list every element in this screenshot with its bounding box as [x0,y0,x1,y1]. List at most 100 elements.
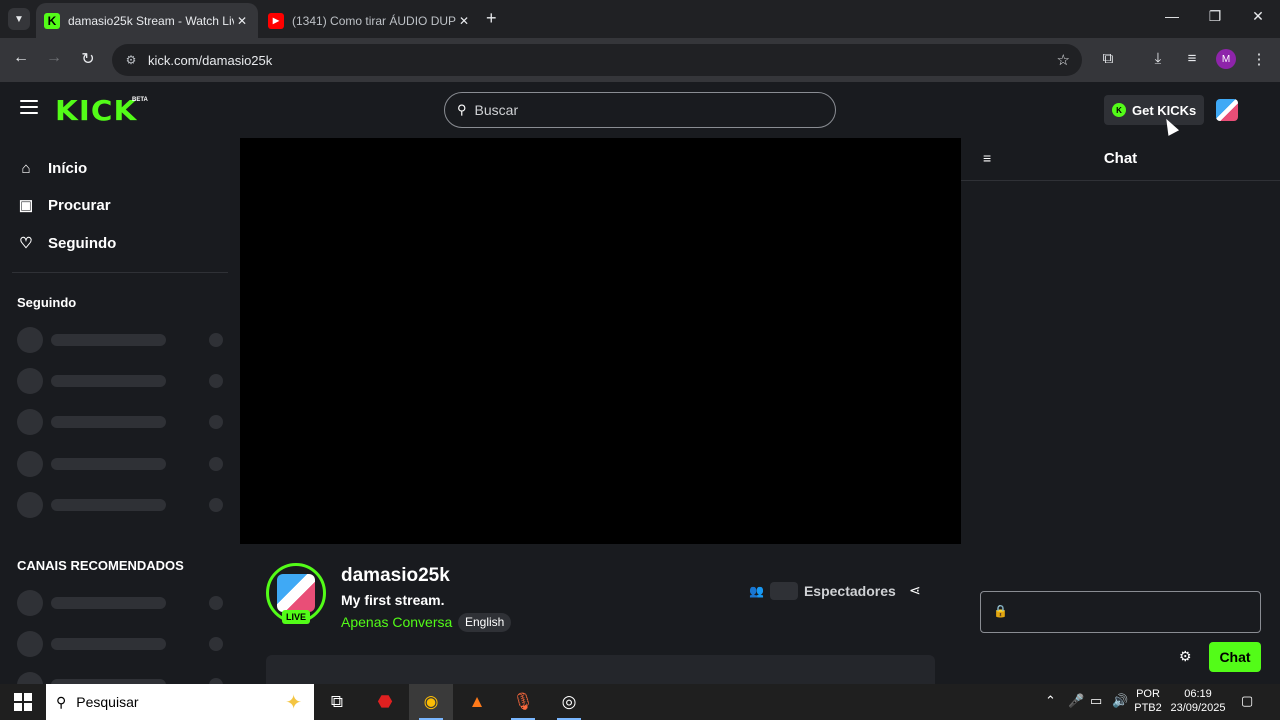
sidebar-item-following[interactable]: ♡ Seguindo [17,231,116,255]
task-view-icon[interactable]: ⧉ [315,684,359,720]
get-kicks-label: Get KICKs [1132,102,1197,118]
chat-send-button[interactable]: Chat [1209,642,1261,672]
chrome-icon[interactable]: ◉ [409,684,453,720]
volume-icon[interactable]: 🔊 [1112,693,1128,709]
tab-title: (1341) Como tirar ÁUDIO DUPLI [292,13,456,28]
close-window-icon[interactable]: ✕ [1248,8,1268,25]
kick-logo[interactable]: KICK [55,94,137,127]
site-header: KICK BETA ⚲ K Get KICKs [0,82,1280,138]
search-bar[interactable]: ⚲ [444,92,836,128]
video-player[interactable] [240,138,961,544]
url-text[interactable]: kick.com/damasio25k [148,53,272,68]
sidebar-item-label: Procurar [48,196,111,214]
recommended-skeleton [17,590,223,616]
following-heading: Seguindo [17,295,77,310]
following-skeleton [17,327,223,353]
clock[interactable]: 06:19 23/09/2025 [1168,687,1228,715]
browser-tab-bar: ▼ K damasio25k Stream - Watch Liv ✕ ▶ (1… [0,0,1280,38]
beta-badge: BETA [132,97,148,103]
home-icon: ⌂ [21,159,31,177]
clock-time: 06:19 [1184,688,1212,700]
search-icon: ⚲ [56,693,67,710]
clock-date: 23/09/2025 [1170,702,1226,714]
taskbar-search-label: Pesquisar [76,694,139,710]
viewers-icon: 👥 [749,584,764,598]
tray-chevron-up-icon[interactable]: ⌃ [1045,693,1056,709]
recommended-skeleton [17,672,223,684]
tab-title: damasio25k Stream - Watch Liv [68,13,234,28]
browser-tab-kick[interactable]: K damasio25k Stream - Watch Liv ✕ [36,3,258,38]
notifications-icon[interactable]: ▢ [1241,693,1253,709]
chat-input[interactable]: 🔒 [980,591,1261,633]
minimize-icon[interactable]: — [1162,8,1182,24]
sidebar-item-home[interactable]: ⌂ Início [17,156,87,180]
new-tab-button[interactable]: + [486,9,497,27]
following-skeleton [17,368,223,394]
app-red-icon[interactable]: ⬣ [363,684,407,720]
channel-name[interactable]: damasio25k [341,565,450,587]
forward-icon[interactable]: → [43,49,65,67]
sidebar: ⌂ Início ▣ Procurar ♡ Seguindo Seguindo … [0,138,240,684]
windows-start-icon[interactable] [14,693,32,711]
more-menu-icon[interactable]: ⋮ [1248,50,1270,68]
address-bar[interactable]: ⚙ kick.com/damasio25k ☆ [112,44,1082,76]
restore-icon[interactable]: ❐ [1205,8,1225,25]
recommended-heading: CANAIS RECOMENDADOS [17,558,184,573]
media-control-icon[interactable]: ≡ [1181,50,1203,67]
microphone-icon[interactable]: 🎤 [1068,693,1084,709]
language-primary: POR [1136,688,1160,700]
app-orange-icon[interactable]: ▲ [455,684,499,720]
tab-search-button[interactable]: ▼ [8,8,30,30]
user-avatar[interactable] [1216,99,1238,121]
lock-icon: 🔒 [993,604,1008,618]
chat-panel: ≡ Chat 🔒 ⚙ Chat [961,138,1280,684]
search-icon: ⚲ [457,102,467,117]
kick-favicon-icon: K [44,12,60,29]
language-secondary: PTB2 [1134,702,1162,714]
following-skeleton [17,451,223,477]
get-kicks-button[interactable]: K Get KICKs [1104,95,1205,125]
sidebar-item-label: Seguindo [48,234,117,252]
microphone-app-icon[interactable]: 🎙 [501,684,545,720]
bookmark-star-icon[interactable]: ☆ [1057,51,1070,69]
taskbar-search[interactable]: ⚲ Pesquisar ✦ [46,684,314,720]
menu-icon[interactable] [20,100,38,114]
heart-icon: ♡ [19,235,33,252]
live-badge: LIVE [282,610,310,624]
profile-avatar[interactable]: M [1216,49,1236,69]
browser-tab-youtube[interactable]: ▶ (1341) Como tirar ÁUDIO DUPLI ✕ [260,3,480,38]
close-tab-icon[interactable]: ✕ [456,14,472,28]
download-icon[interactable]: ⤓ [1147,50,1169,67]
category-link[interactable]: Apenas Conversa [341,614,452,630]
network-icon[interactable]: ▭ [1090,693,1102,709]
reload-icon[interactable]: ↻ [77,49,99,69]
obs-icon[interactable]: ◎ [547,684,591,720]
channel-tabs-panel [266,655,935,685]
language-indicator[interactable]: POR PTB2 [1134,687,1162,715]
viewer-count: 👥 Espectadores [749,581,896,601]
extensions-icon[interactable]: ⧉ [1097,50,1119,67]
kicks-coin-icon: K [1112,103,1126,117]
search-input[interactable] [474,102,815,118]
viewer-count-skeleton [769,582,798,600]
recommended-skeleton [17,631,223,657]
chat-title: Chat [1103,150,1138,167]
sidebar-item-browse[interactable]: ▣ Procurar [17,193,111,217]
close-tab-icon[interactable]: ✕ [234,14,250,28]
viewers-label: Espectadores [803,583,896,599]
following-skeleton [17,492,223,518]
chat-header: ≡ Chat [961,138,1280,181]
browser-toolbar: ← → ↻ ⚙ kick.com/damasio25k ☆ ⧉ ⤓ ≡ ⋮ [0,38,1280,82]
sidebar-item-label: Início [48,159,88,177]
site-info-icon[interactable]: ⚙ [122,53,140,67]
sidebar-divider [12,272,228,273]
following-skeleton [17,409,223,435]
language-tag[interactable]: English [458,613,512,632]
youtube-favicon-icon: ▶ [268,12,284,29]
chat-settings-icon[interactable]: ⚙ [1179,648,1192,665]
share-icon[interactable]: ⋖ [909,582,921,599]
taskbar: ⚲ Pesquisar ✦ ⧉ ⬣ ◉ ▲ 🎙 ◎ ⌃ 🎤 ▭ 🔊 POR PT… [0,684,1280,720]
chevron-down-icon: ▼ [14,13,24,25]
stream-title: My first stream. [341,592,445,608]
back-icon[interactable]: ← [10,49,32,67]
